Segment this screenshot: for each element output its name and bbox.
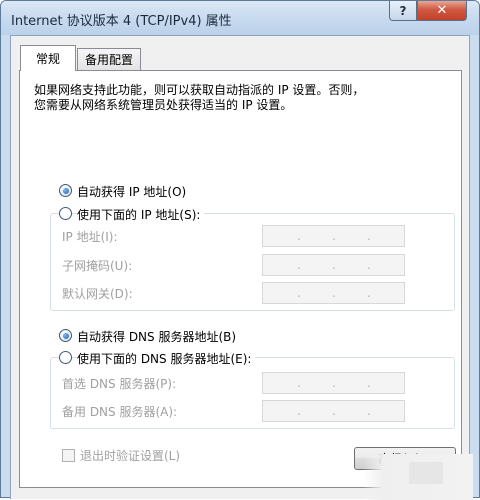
tab-alternate-label: 备用配置 xyxy=(84,53,133,67)
description-line-1: 如果网络支持此功能，则可以获取自动指派的 IP 设置。否则， xyxy=(34,83,365,97)
help-button[interactable]: ? xyxy=(389,1,417,21)
tab-alternate-config[interactable]: 备用配置 xyxy=(77,48,141,70)
preferred-dns-input[interactable]: . . . xyxy=(262,372,405,394)
default-gateway-label: 默认网关(D): xyxy=(62,287,133,301)
default-gateway-input[interactable]: . . . xyxy=(262,282,405,304)
dns-auto-radio[interactable] xyxy=(59,329,72,342)
ip-auto-radio[interactable] xyxy=(59,184,72,197)
alternate-dns-input[interactable]: . . . xyxy=(262,400,405,422)
dns-manual-label[interactable]: 使用下面的 DNS 服务器地址(E): xyxy=(77,350,256,367)
description-line-2: 您需要从网络系统管理员处获得适当的 IP 设置。 xyxy=(34,98,293,112)
tab-general-label: 常规 xyxy=(35,52,60,66)
subnet-mask-label: 子网掩码(U): xyxy=(62,259,133,273)
validate-on-exit-label[interactable]: 退出时验证设置(L) xyxy=(80,447,180,464)
dns-manual-radio[interactable] xyxy=(59,351,72,364)
dialog-window: Internet 协议版本 4 (TCP/IPv4) 属性 ? ✕ 常规 备用配… xyxy=(0,0,480,500)
validate-on-exit-checkbox[interactable] xyxy=(62,449,75,462)
dialog-client-area: 常规 备用配置 如果网络支持此功能，则可以获取自动指派的 IP 设置。否则， 您… xyxy=(10,35,473,500)
tab-general[interactable]: 常规 xyxy=(20,45,76,71)
general-tab-panel: 如果网络支持此功能，则可以获取自动指派的 IP 设置。否则， 您需要从网络系统管… xyxy=(19,70,462,488)
alternate-dns-label: 备用 DNS 服务器(A): xyxy=(62,405,178,419)
dns-auto-label[interactable]: 自动获得 DNS 服务器地址(B) xyxy=(77,328,236,345)
window-title: Internet 协议版本 4 (TCP/IPv4) 属性 xyxy=(11,14,232,29)
subnet-mask-input[interactable]: . . . xyxy=(262,254,405,276)
preferred-dns-label: 首选 DNS 服务器(P): xyxy=(62,377,177,391)
obscured-region xyxy=(363,454,473,500)
close-button[interactable]: ✕ xyxy=(417,1,467,21)
ip-address-label: IP 地址(I): xyxy=(62,230,118,244)
ip-address-input[interactable]: . . . xyxy=(262,225,405,247)
ip-manual-label[interactable]: 使用下面的 IP 地址(S): xyxy=(77,206,205,223)
close-icon: ✕ xyxy=(436,3,448,18)
ip-auto-label[interactable]: 自动获得 IP 地址(O) xyxy=(77,183,186,200)
description-text: 如果网络支持此功能，则可以获取自动指派的 IP 设置。否则， 您需要从网络系统管… xyxy=(34,83,452,113)
help-icon: ? xyxy=(399,3,407,18)
ip-manual-radio[interactable] xyxy=(59,207,72,220)
title-bar[interactable]: Internet 协议版本 4 (TCP/IPv4) 属性 ? ✕ xyxy=(1,1,479,35)
